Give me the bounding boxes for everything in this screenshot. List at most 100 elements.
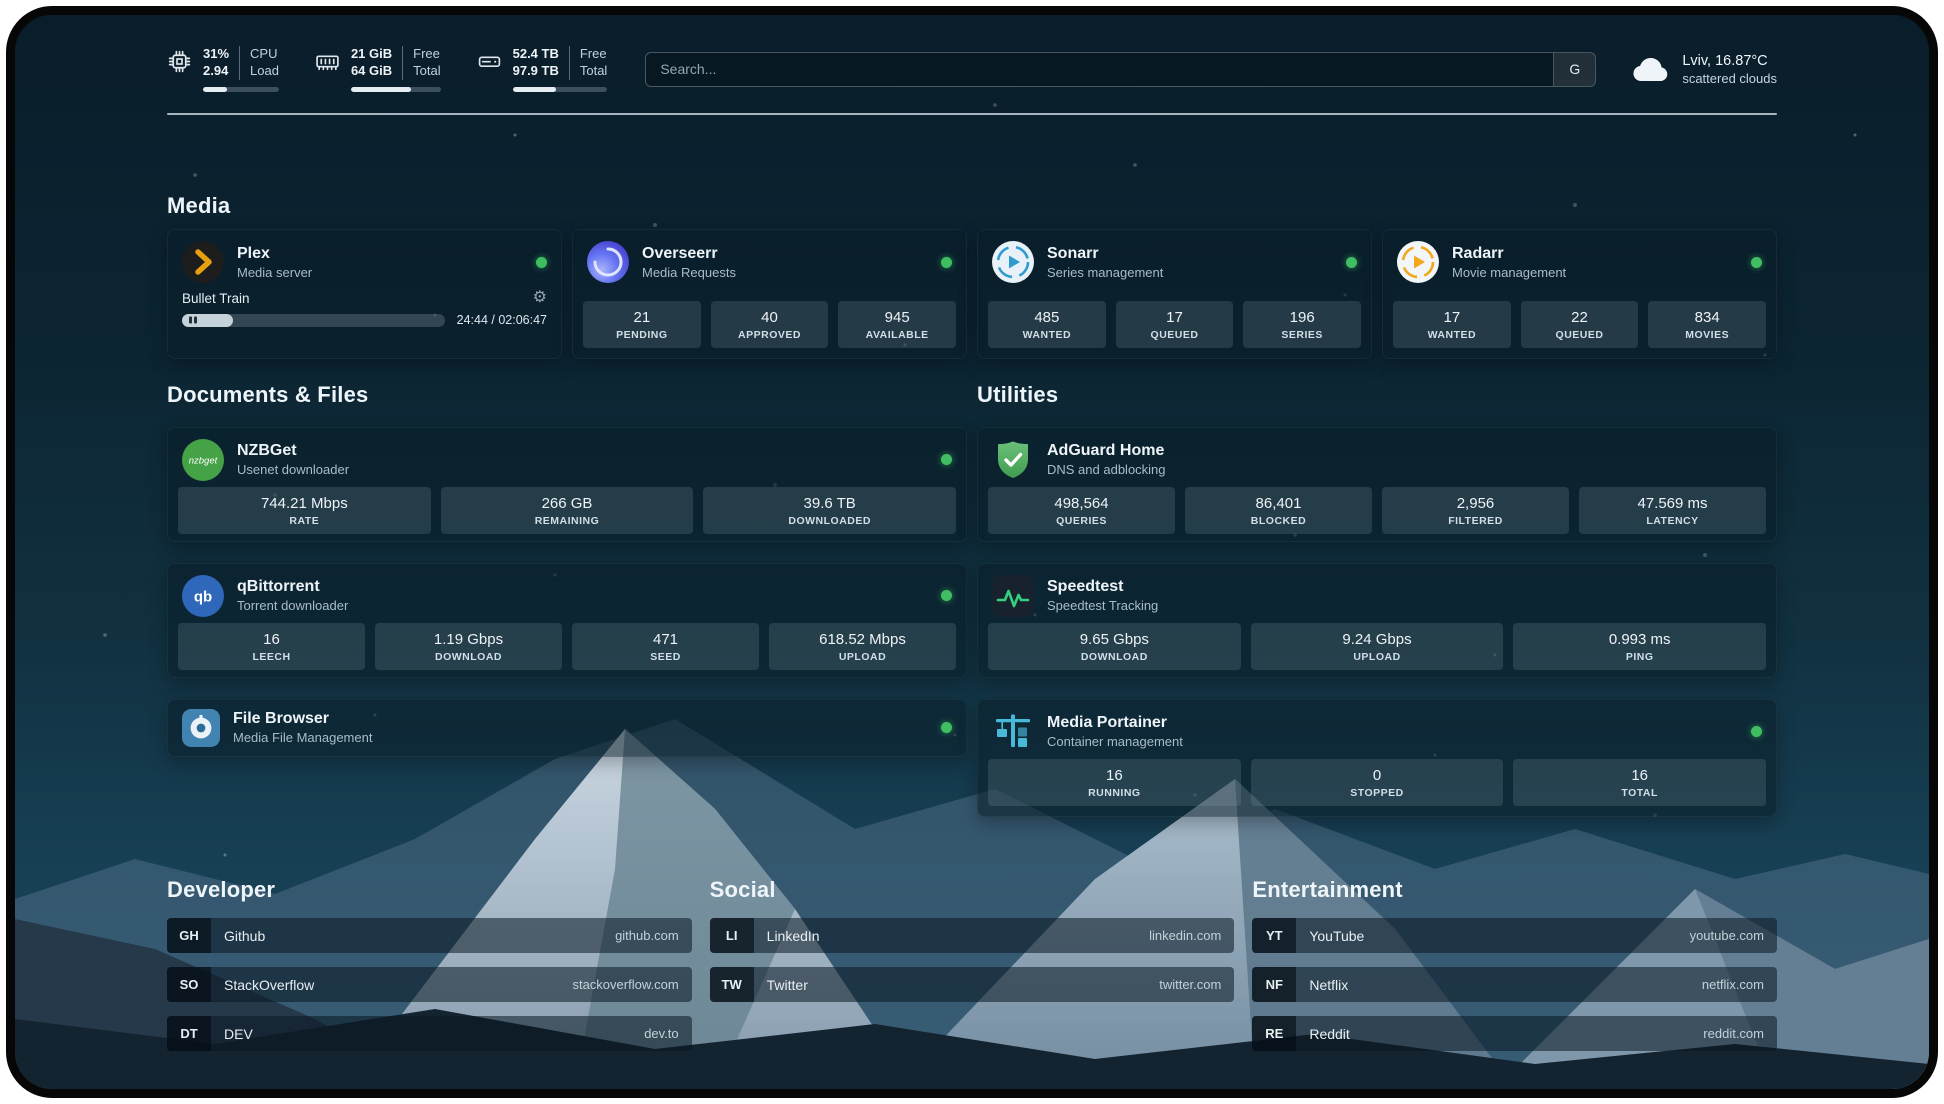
section-documents: Documents & Files nzbget NZBGet [167, 382, 967, 816]
stat-label: REMAINING [445, 515, 690, 527]
plex-icon [182, 241, 224, 283]
stat-label: APPROVED [715, 329, 825, 341]
stat-label: QUERIES [992, 515, 1171, 527]
stat-value: 618.52 Mbps [773, 631, 952, 648]
bookmark-url: reddit.com [1703, 1026, 1764, 1041]
app-subtitle: Movie management [1452, 265, 1566, 280]
section-media: Media Plex Media server [167, 193, 1777, 359]
playback-progress-bar[interactable] [182, 314, 445, 327]
bookmark-url: netflix.com [1702, 977, 1764, 992]
app-card-portainer[interactable]: Media Portainer Container management 16R… [977, 699, 1777, 817]
bookmark-abbr: TW [710, 967, 754, 1002]
stat-label: SERIES [1247, 329, 1357, 341]
stat-label: WANTED [1397, 329, 1507, 341]
bookmark-youtube[interactable]: YTYouTubeyoutube.com [1252, 918, 1777, 953]
bookmark-github[interactable]: GHGithubgithub.com [167, 918, 692, 953]
stat-leech: 16LEECH [178, 623, 365, 670]
header-divider [167, 113, 1777, 115]
speedtest-stats: 9.65 GbpsDOWNLOAD9.24 GbpsUPLOAD0.993 ms… [978, 623, 1776, 678]
stat-queued: 22QUEUED [1521, 301, 1639, 348]
section-heading-social: Social [710, 877, 1235, 903]
app-card-sonarr[interactable]: Sonarr Series management 485WANTED17QUEU… [977, 229, 1372, 359]
ram-progress-bar [351, 87, 441, 92]
ram-total-label: Total [413, 63, 440, 80]
bookmark-group-social: Social LILinkedInlinkedin.com TWTwittertw… [710, 877, 1235, 1065]
cpu-usage-value: 31% [203, 46, 229, 63]
stat-value: 17 [1120, 309, 1230, 326]
stat-value: 40 [715, 309, 825, 326]
stat-wanted: 17WANTED [1393, 301, 1511, 348]
bookmark-netflix[interactable]: NFNetflixnetflix.com [1252, 967, 1777, 1002]
bookmark-name: Reddit [1309, 1026, 1349, 1042]
radarr-stats: 17WANTED22QUEUED834MOVIES [1383, 301, 1776, 358]
app-card-nzbget[interactable]: nzbget NZBGet Usenet downloader 744.21 M… [167, 427, 967, 542]
app-subtitle: Torrent downloader [237, 598, 348, 613]
cpu-progress-bar [203, 87, 279, 92]
search-engine-button[interactable]: G [1553, 53, 1595, 86]
status-online-dot [941, 257, 952, 268]
now-playing-title: Bullet Train [182, 291, 250, 306]
bookmarks-area: Developer GHGithubgithub.comSOStackOverf… [167, 877, 1777, 1065]
ram-free-value: 21 GiB [351, 46, 392, 63]
stat-value: 21 [587, 309, 697, 326]
app-subtitle: Media File Management [233, 730, 372, 745]
stat-running: 16 RUNNING [988, 759, 1241, 806]
stat-download: 9.65 GbpsDOWNLOAD [988, 623, 1241, 670]
status-online-dot [941, 454, 952, 465]
ram-free-label: Free [413, 46, 440, 63]
nzbget-stats: 744.21 MbpsRATE266 GBREMAINING39.6 TBDOW… [168, 487, 966, 542]
app-subtitle: Media Requests [642, 265, 736, 280]
bookmark-reddit[interactable]: RERedditreddit.com [1252, 1016, 1777, 1051]
stat-wanted: 485WANTED [988, 301, 1106, 348]
overseerr-icon [587, 241, 629, 283]
app-card-speedtest[interactable]: Speedtest Speedtest Tracking 9.65 GbpsDO… [977, 563, 1777, 678]
app-card-radarr[interactable]: Radarr Movie management 17WANTED22QUEUED… [1382, 229, 1777, 359]
bookmark-url: github.com [615, 928, 679, 943]
stat-value: 485 [992, 309, 1102, 326]
app-subtitle: Usenet downloader [237, 462, 349, 477]
bookmark-group-entertainment: Entertainment YTYouTubeyoutube.comNFNetf… [1252, 877, 1777, 1065]
app-title: Sonarr [1047, 245, 1163, 263]
bookmark-url: dev.to [644, 1026, 678, 1041]
nzbget-icon: nzbget [182, 439, 224, 481]
qbittorrent-icon: qb [182, 575, 224, 617]
widget-settings-icon[interactable]: ⚙ [533, 290, 547, 306]
stat-pending: 21PENDING [583, 301, 701, 348]
pause-button[interactable] [189, 317, 197, 324]
stat-value: 744.21 Mbps [182, 495, 427, 512]
bookmark-abbr: LI [710, 918, 754, 953]
stat-latency: 47.569 msLATENCY [1579, 487, 1766, 534]
bookmark-stackoverflow[interactable]: SOStackOverflowstackoverflow.com [167, 967, 692, 1002]
app-card-adguard[interactable]: AdGuard Home DNS and adblocking 498,564Q… [977, 427, 1777, 542]
disk-total-label: Total [580, 63, 607, 80]
app-card-filebrowser[interactable]: File Browser Media File Management [167, 699, 967, 757]
app-card-overseerr[interactable]: Overseerr Media Requests 21PENDING 40 APPR… [572, 229, 967, 359]
svg-text:nzbget: nzbget [189, 455, 218, 466]
disk-icon [477, 49, 502, 74]
app-card-plex[interactable]: Plex Media server Bullet Train ⚙ [167, 229, 562, 359]
bookmark-name: DEV [224, 1026, 253, 1042]
bookmark-linkedin[interactable]: LILinkedInlinkedin.com [710, 918, 1235, 953]
disk-total-value: 97.9 TB [513, 63, 559, 80]
stat-label: BLOCKED [1189, 515, 1368, 527]
app-title: Overseerr [642, 245, 736, 263]
bookmark-abbr: SO [167, 967, 211, 1002]
bookmark-dev[interactable]: DTDEVdev.to [167, 1016, 692, 1051]
filebrowser-icon [182, 709, 220, 747]
status-online-dot [941, 590, 952, 601]
search-input[interactable] [646, 61, 1553, 77]
cpu-load-value: 2.94 [203, 63, 229, 80]
stat-value: 16 [992, 767, 1237, 784]
app-title: Radarr [1452, 245, 1566, 263]
radarr-icon [1397, 241, 1439, 283]
stat-label: RATE [182, 515, 427, 527]
portainer-icon [992, 711, 1034, 753]
app-card-qbittorrent[interactable]: qb qBittorrent Torrent downloader 16LEEC… [167, 563, 967, 678]
bookmark-url: twitter.com [1159, 977, 1221, 992]
stat-value: 0.993 ms [1517, 631, 1762, 648]
stat-label: DOWNLOAD [992, 651, 1237, 663]
stat-value: 834 [1652, 309, 1762, 326]
stat-label: RUNNING [992, 787, 1237, 799]
bookmark-twitter[interactable]: TWTwittertwitter.com [710, 967, 1235, 1002]
stat-value: 22 [1525, 309, 1635, 326]
